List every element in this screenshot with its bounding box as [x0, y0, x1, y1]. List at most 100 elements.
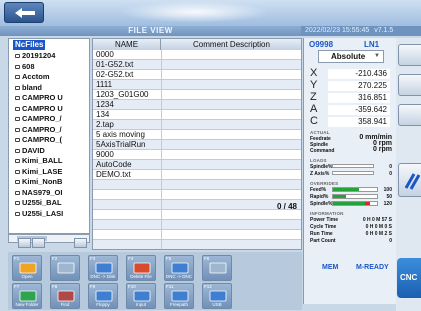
tool-label: LN1 — [364, 40, 380, 49]
tree-item-label: U255i_BAL — [22, 198, 62, 207]
folder-icon — [15, 64, 20, 69]
softkey-f10[interactable]: F10 Input — [126, 283, 156, 309]
table-row[interactable]: DEMO.txt — [93, 170, 301, 180]
tree-item[interactable]: Kimi_LASE — [15, 167, 62, 177]
folder-tree[interactable]: NcFiles 20191204 608 Acctom bland CAMPRO U CA… — [8, 38, 90, 234]
file-count: 0 / 48 — [276, 202, 297, 211]
tree-item[interactable]: U255i_BAL — [15, 198, 62, 208]
table-row[interactable] — [93, 200, 301, 210]
softkey-f5[interactable]: F5 DNC -> DNC — [164, 255, 194, 281]
tree-item[interactable]: U255i_LASI — [15, 209, 63, 219]
tree-nav-button-left[interactable] — [18, 238, 31, 248]
tree-item[interactable]: 20191204 — [15, 51, 55, 61]
column-separator — [161, 180, 162, 190]
softkey-f6[interactable]: F6 — [202, 255, 232, 281]
table-row[interactable]: AutoCode — [93, 160, 301, 170]
table-row[interactable]: 9000 — [93, 150, 301, 160]
file-name-cell: AutoCode — [96, 160, 132, 169]
column-separator — [161, 210, 162, 220]
table-row[interactable]: 134 — [93, 110, 301, 120]
column-separator — [161, 220, 162, 230]
tree-item[interactable]: bland — [15, 83, 42, 93]
side-button-1[interactable] — [398, 44, 421, 66]
tree-item[interactable]: CAMPRO U — [15, 104, 63, 114]
softkey-f11[interactable]: F11 Freepath — [164, 283, 194, 309]
table-row[interactable] — [93, 190, 301, 200]
file-name-cell: 134 — [96, 110, 110, 119]
table-row[interactable]: 1203_G01G00 — [93, 90, 301, 100]
column-separator — [161, 160, 162, 170]
softkey-f8[interactable]: F8 Find — [50, 283, 80, 309]
table-row[interactable] — [93, 210, 301, 220]
softkey-f9[interactable]: F9 Floppy — [88, 283, 118, 309]
folder-icon — [15, 75, 20, 80]
rapid-override-bar — [332, 194, 378, 199]
tree-nav-button-right[interactable] — [74, 238, 87, 248]
page-title: FILE VIEW — [0, 26, 301, 36]
spindle-override-bar — [332, 201, 378, 206]
column-separator — [161, 140, 162, 150]
tree-item[interactable]: NAS979_OI — [15, 188, 62, 198]
softkey-f4[interactable]: F4 Delete File — [126, 255, 156, 281]
file-name-cell: 1234 — [96, 100, 114, 109]
table-row[interactable] — [93, 180, 301, 190]
file-name-cell: 1203_G01G00 — [96, 90, 149, 99]
back-button[interactable] — [4, 2, 44, 23]
table-row[interactable]: 5 axis moving — [93, 130, 301, 140]
table-row[interactable]: 01-G52.txt — [93, 60, 301, 70]
zaxis-load-bar — [332, 171, 374, 175]
softkey-f1[interactable]: F1 Open — [12, 255, 42, 281]
column-header-name[interactable]: NAME — [93, 39, 161, 50]
table-row[interactable]: 0000 — [93, 50, 301, 60]
table-row[interactable]: 5AxisTrialRun — [93, 140, 301, 150]
chevron-down-icon: ▼ — [374, 53, 380, 59]
column-separator — [161, 100, 162, 110]
table-row[interactable]: 2.tap — [93, 120, 301, 130]
coordinate-mode-select[interactable]: Absolute ▼ — [318, 50, 384, 63]
tree-item[interactable]: CAMPRO U — [15, 93, 63, 103]
slash-button[interactable] — [398, 163, 421, 197]
cnc-button[interactable]: CNC — [397, 258, 421, 298]
title-bar — [0, 0, 421, 26]
file-name-cell: 5 axis moving — [96, 130, 145, 139]
softkey-f2[interactable]: F2 — [50, 255, 80, 281]
column-separator — [161, 120, 162, 130]
table-row[interactable]: 1234 — [93, 100, 301, 110]
table-row[interactable]: 02-G52.txt — [93, 70, 301, 80]
softkey-label: Freepath — [169, 302, 188, 307]
file-table[interactable]: NAME Comment Description 0000 01-G52.txt 0… — [92, 38, 302, 250]
column-header-comment[interactable]: Comment Description — [161, 39, 301, 50]
folder-icon — [15, 96, 20, 101]
tree-item[interactable]: Kimi_NonB — [15, 177, 62, 187]
tree-item[interactable]: 608 — [15, 62, 35, 72]
softkey-f7[interactable]: F7 New Folder — [12, 283, 42, 309]
table-row[interactable] — [93, 230, 301, 240]
side-button-3[interactable] — [398, 104, 421, 126]
column-separator — [161, 70, 162, 80]
file-name-cell: 9000 — [96, 150, 114, 159]
column-separator — [161, 190, 162, 200]
tree-nav-button-mid[interactable] — [32, 238, 45, 248]
tree-item[interactable]: DAVID — [15, 146, 45, 156]
blank-icon — [209, 261, 227, 277]
tree-item[interactable]: CAMPRO_/ — [15, 114, 62, 124]
datetime-text: 2022/02/23 15:55:45 — [305, 27, 370, 34]
datetime: 2022/02/23 15:55:45 v7.1.5 — [301, 26, 421, 36]
axis-label: A — [310, 103, 318, 115]
softkey-f3[interactable]: F3 DNC -> Disk — [88, 255, 118, 281]
tree-item[interactable]: CAMPRO_( — [15, 135, 62, 145]
side-button-2[interactable] — [398, 74, 421, 96]
axis-row: C 358.941 — [308, 116, 394, 127]
folder-icon — [15, 138, 20, 143]
table-row[interactable] — [93, 220, 301, 230]
tree-root[interactable]: NcFiles — [13, 40, 46, 50]
table-row[interactable]: 1111 — [93, 80, 301, 90]
tree-item-label: CAMPRO U — [22, 103, 63, 113]
table-row[interactable] — [93, 240, 301, 249]
tree-item[interactable]: Kimi_BALL — [15, 156, 62, 166]
axis-row: A -359.642 — [308, 104, 394, 115]
softkey-f12[interactable]: F12 USB — [202, 283, 232, 309]
column-separator — [161, 150, 162, 160]
tree-item[interactable]: Acctom — [15, 72, 50, 82]
tree-item[interactable]: CAMPRO_/ — [15, 125, 62, 135]
